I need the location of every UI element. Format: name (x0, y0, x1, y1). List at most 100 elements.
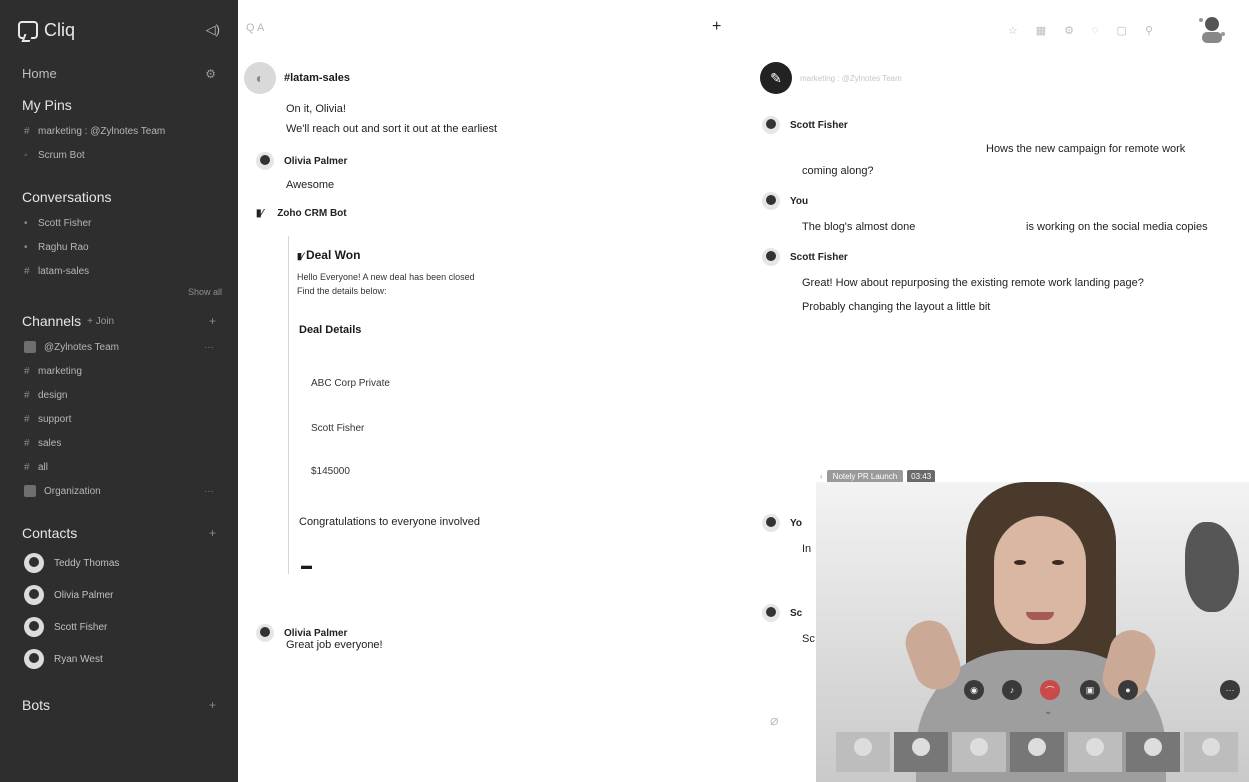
sidebar-item-conversation-latam[interactable]: # latam-sales (0, 259, 238, 283)
sidebar-item-pin-scrum-bot[interactable]: ◦ Scrum Bot (0, 143, 238, 167)
contact-ryan[interactable]: Ryan West (0, 643, 238, 675)
chat-title[interactable]: marketing : @Zylnotes Team (800, 74, 902, 83)
more-icon[interactable]: ··· (204, 342, 214, 353)
expand-icon[interactable]: ‹ (820, 472, 823, 481)
message-author: Scott Fisher (762, 116, 848, 134)
author-name[interactable]: You (790, 196, 808, 207)
chat-title[interactable]: #latam-sales (284, 72, 350, 84)
home-gear-icon[interactable]: ⚙ (205, 67, 216, 81)
star-icon[interactable]: ☆ (1008, 24, 1018, 37)
organization-icon (24, 485, 36, 497)
calendar-icon[interactable]: ▦ (1036, 24, 1046, 37)
screen-share-button[interactable]: ◉ (964, 680, 984, 700)
record-button[interactable]: ● (1118, 680, 1138, 700)
author-name[interactable]: Scott Fisher (790, 252, 848, 263)
user-avatar[interactable] (1195, 14, 1229, 44)
participant-thumb[interactable] (1126, 732, 1180, 772)
channels-heading-label: Channels (22, 313, 82, 329)
sidebar-item-channel-marketing[interactable]: # marketing (0, 359, 238, 383)
participant-thumb[interactable] (1068, 732, 1122, 772)
message-text: Great! How about repurposing the existin… (802, 277, 1144, 289)
tools-icon[interactable]: ⚲ (1145, 24, 1153, 37)
contact-scott[interactable]: Scott Fisher (0, 611, 238, 643)
megaphone-icon: ✎ (760, 62, 792, 94)
sidebar-item-channel-organization[interactable]: Organization ··· (0, 479, 238, 503)
sidebar-header: Cliq ◁) (0, 0, 238, 60)
sidebar-item-channel-team[interactable]: @Zylnotes Team ··· (0, 335, 238, 359)
card-title: ▮⁄ Deal Won (297, 248, 498, 262)
settings-icon[interactable]: ⚙ (1064, 24, 1074, 37)
channel-avatar: ◐ (244, 62, 276, 94)
more-options-button[interactable]: ··· (1220, 680, 1240, 700)
search-bar[interactable]: Q A (246, 22, 264, 34)
participant-thumb[interactable] (952, 732, 1006, 772)
sidebar-item-channel-sales[interactable]: # sales (0, 431, 238, 455)
sidebar-item-channel-support[interactable]: # support (0, 407, 238, 431)
deal-details-heading: Deal Details (299, 324, 362, 336)
message-text: is working on the social media copies (1026, 221, 1208, 233)
speaker-icon[interactable]: ◁) (206, 22, 220, 38)
chevron-down-icon[interactable]: ⌄ (1044, 706, 1052, 717)
chat-header: ◐ #latam-sales (244, 62, 350, 94)
author-name[interactable]: Scott Fisher (790, 120, 848, 131)
mic-button[interactable]: ♪ (1002, 680, 1022, 700)
avatar (24, 617, 44, 637)
end-call-button[interactable]: ⌒ (1040, 680, 1060, 700)
contact-teddy[interactable]: Teddy Thomas (0, 547, 238, 579)
contact-name: Ryan West (54, 653, 103, 665)
contact-name: Olivia Palmer (54, 589, 114, 601)
hash-icon: # (24, 437, 30, 449)
message-author: Scott Fisher (762, 248, 848, 266)
participant-thumb[interactable] (836, 732, 890, 772)
add-contact-icon[interactable]: + (209, 526, 216, 540)
sidebar-item-label: latam-sales (38, 265, 90, 277)
author-name[interactable]: Yo (790, 518, 802, 529)
sidebar-item-conversation-scott[interactable]: • Scott Fisher (0, 211, 238, 235)
participant-thumb[interactable] (1184, 732, 1238, 772)
author-name[interactable]: Olivia Palmer (284, 628, 347, 639)
show-all-link[interactable]: Show all (0, 283, 238, 303)
card-line: Hello Everyone! A new deal has been clos… (297, 272, 475, 282)
author-name[interactable]: Sc (790, 608, 802, 619)
sidebar-item-label: all (38, 461, 49, 473)
attachment-icon[interactable]: ⌀ (770, 712, 778, 729)
sidebar-item-label: Organization (44, 485, 101, 497)
avatar (762, 514, 780, 532)
deal-company: ABC Corp Private (311, 378, 390, 389)
author-name[interactable]: Olivia Palmer (284, 156, 347, 167)
author-name[interactable]: Zoho CRM Bot (277, 208, 346, 219)
contacts-heading-label: Contacts (22, 525, 78, 541)
app-logo[interactable]: Cliq (18, 20, 75, 41)
new-chat-button[interactable]: + (712, 18, 721, 36)
add-bot-icon[interactable]: + (209, 698, 216, 712)
sidebar-item-channel-all[interactable]: # all (0, 455, 238, 479)
message-author: Olivia Palmer (256, 152, 347, 170)
hash-icon: # (24, 365, 30, 377)
more-icon[interactable]: ··· (204, 486, 214, 497)
contact-name: Scott Fisher (54, 621, 108, 633)
contact-olivia[interactable]: Olivia Palmer (0, 579, 238, 611)
sidebar-item-conversation-raghu[interactable]: • Raghu Rao (0, 235, 238, 259)
sidebar: Cliq ◁) Home ⚙ My Pins # marketing : @Zy… (0, 0, 238, 782)
participant-thumb[interactable] (894, 732, 948, 772)
add-channel-icon[interactable]: + (209, 314, 216, 328)
participant-thumb[interactable] (1010, 732, 1064, 772)
video-button[interactable]: ▣ (1080, 680, 1100, 700)
avatar (256, 624, 274, 642)
sidebar-item-channel-design[interactable]: # design (0, 383, 238, 407)
hash-icon: # (24, 265, 30, 277)
sidebar-home[interactable]: Home ⚙ (0, 60, 238, 87)
collapse-icon[interactable]: ▬ (301, 560, 498, 572)
speaker-eye (1052, 560, 1064, 565)
pins-heading: My Pins (0, 87, 238, 119)
pins-heading-label: My Pins (22, 97, 72, 113)
video-call-window[interactable]: ◉ ♪ ⌒ ▣ ● ··· ⌄ (816, 482, 1249, 782)
window-icon[interactable]: ▢ (1117, 24, 1127, 37)
sidebar-item-pin-marketing[interactable]: # marketing : @Zylnotes Team (0, 119, 238, 143)
hash-icon: # (24, 413, 30, 425)
join-channel-link[interactable]: + Join (87, 316, 114, 327)
top-bar: Q A + ☆ ▦ ⚙ ◌ ▢ ⚲ (238, 0, 1249, 60)
search-input[interactable]: A (257, 22, 264, 34)
avatar (762, 116, 780, 134)
notifications-icon[interactable]: ◌ (1092, 24, 1099, 37)
